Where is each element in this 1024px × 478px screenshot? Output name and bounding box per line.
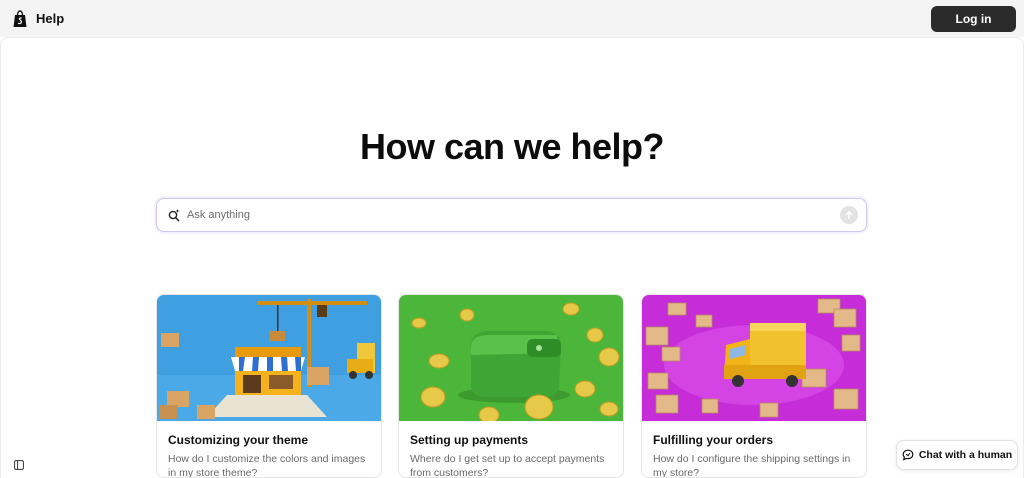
card-description: Where do I get set up to accept payments… (410, 453, 605, 478)
page-title: How can we help? (359, 126, 665, 167)
search-bar[interactable] (156, 198, 867, 232)
chat-button-label: Chat with a human (918, 449, 1013, 461)
sidebar-toggle-icon[interactable] (14, 460, 24, 470)
chat-bubble-icon (902, 449, 914, 461)
arrow-up-icon (845, 211, 853, 220)
search-input[interactable] (187, 209, 840, 221)
help-card-payments[interactable]: Setting up payments Where do I get set u… (398, 294, 624, 478)
top-bar: Help Log in (0, 0, 1024, 37)
card-description: How do I configure the shipping settings… (653, 453, 851, 478)
card-title: Fulfilling your orders (653, 433, 774, 447)
card-title: Customizing your theme (168, 433, 309, 447)
brand-name: Help (36, 11, 65, 26)
chat-with-human-button[interactable]: Chat with a human (896, 440, 1018, 470)
sparkle-search-icon (168, 209, 180, 222)
submit-button[interactable] (840, 206, 858, 224)
shopify-bag-icon (13, 9, 27, 27)
card-title: Setting up payments (410, 433, 529, 447)
card-description: How do I customize the colors and images… (168, 453, 366, 478)
delivery-truck-illustration (642, 295, 866, 421)
wallet-illustration (399, 295, 623, 421)
brand[interactable]: Help (12, 9, 65, 28)
help-card-theme[interactable]: Customizing your theme How do I customiz… (156, 294, 382, 478)
login-button[interactable]: Log in (931, 5, 1016, 32)
help-card-orders[interactable]: Fulfilling your orders How do I configur… (641, 294, 867, 478)
storefront-illustration (157, 295, 381, 421)
